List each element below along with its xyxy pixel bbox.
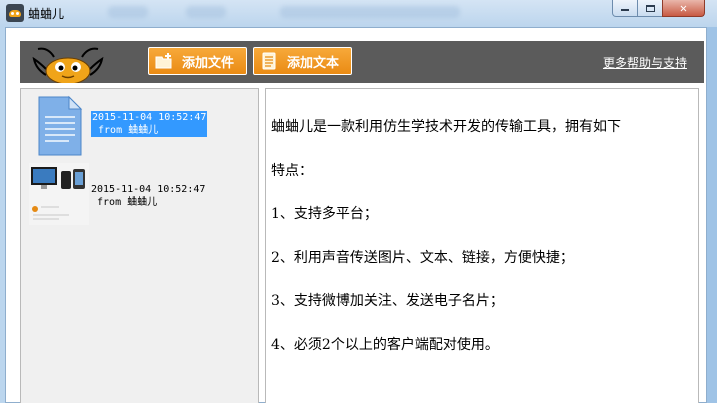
content-line: 3、支持微博加关注、发送电子名片； (271, 293, 504, 309)
minimize-icon (621, 9, 629, 11)
message-list-panel: 2015-11-04 10:52:47 from 蛐蛐儿 2015-11-04 … (20, 88, 259, 403)
message-sender: from 蛐蛐儿 (92, 125, 159, 136)
content-line: 1、支持多平台； (271, 206, 378, 222)
message-sender: from 蛐蛐儿 (91, 197, 158, 208)
image-thumbnail-icon (29, 163, 89, 225)
window-title: 蛐蛐儿 (28, 7, 65, 21)
message-content-panel[interactable]: 蛐蛐儿是一款利用仿生学技术开发的传输工具，拥有如下 特点： 1、支持多平台； 2… (265, 88, 699, 403)
add-text-button[interactable]: 添加文本 (253, 47, 352, 75)
message-meta: 2015-11-04 10:52:47 from 蛐蛐儿 (91, 111, 208, 137)
close-button[interactable]: ✕ (662, 0, 705, 17)
message-meta: 2015-11-04 10:52:47 from 蛐蛐儿 (91, 183, 205, 209)
text-file-icon (38, 95, 83, 156)
maximize-button[interactable] (637, 0, 663, 17)
desktop-background (707, 27, 717, 403)
add-file-button[interactable]: 添加文件 (148, 47, 247, 75)
content-line: 4、必须2个以上的客户端配对使用。 (271, 336, 499, 353)
minimize-button[interactable] (612, 0, 638, 17)
folder-add-icon (155, 53, 172, 69)
background-blur (280, 6, 460, 18)
document-icon (262, 52, 276, 70)
cricket-logo-icon (32, 47, 104, 83)
content-line: 蛐蛐儿是一款利用仿生学技术开发的传输工具，拥有如下 (271, 119, 621, 135)
app-window: 添加文件 添加文本 更多帮助与支持 2015-11-04 10:52:47 fr… (5, 27, 707, 403)
maximize-icon (645, 4, 655, 12)
background-blur (108, 6, 148, 18)
content-line: 2、利用声音传送图片、文本、链接，方便快捷； (271, 249, 574, 266)
message-content-text: 蛐蛐儿是一款利用仿生学技术开发的传输工具，拥有如下 特点： 1、支持多平台； 2… (271, 91, 693, 381)
add-text-label: 添加文本 (287, 55, 340, 71)
add-file-label: 添加文件 (182, 55, 235, 71)
message-item-text-file[interactable]: 2015-11-04 10:52:47 from 蛐蛐儿 (25, 93, 255, 157)
title-bar: 蛐蛐儿 ✕ (0, 0, 717, 27)
close-icon: ✕ (679, 1, 688, 15)
app-cricket-icon (6, 4, 24, 22)
message-timestamp: 2015-11-04 10:52:47 (91, 184, 206, 195)
message-timestamp: 2015-11-04 10:52:47 (92, 112, 207, 123)
help-support-link[interactable]: 更多帮助与支持 (603, 54, 687, 71)
toolbar: 添加文件 添加文本 更多帮助与支持 (20, 41, 704, 83)
background-blur (186, 6, 226, 18)
message-item-image[interactable]: 2015-11-04 10:52:47 from 蛐蛐儿 (25, 161, 255, 225)
content-line: 特点： (271, 162, 313, 179)
